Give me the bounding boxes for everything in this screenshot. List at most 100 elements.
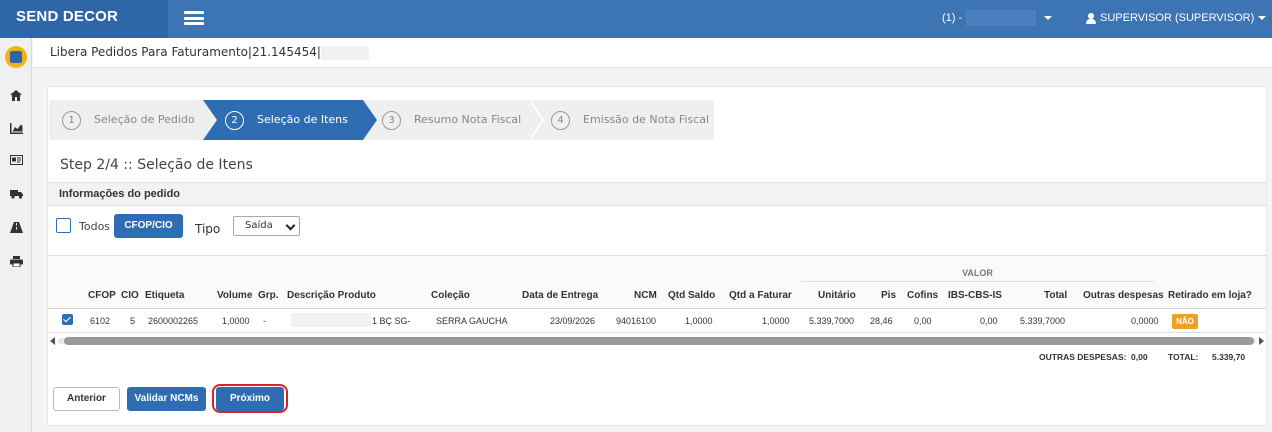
chevron-down-icon: [1044, 16, 1053, 21]
cell-cofins: 0,00: [914, 316, 932, 326]
user-menu[interactable]: SUPERVISOR (SUPERVISOR): [1086, 0, 1267, 38]
row-checkbox[interactable]: [62, 314, 73, 325]
app-logo-icon[interactable]: [5, 46, 27, 68]
page-title-text: Libera Pedidos Para Faturamento|21.14545…: [50, 45, 321, 59]
col-pis[interactable]: Pis: [881, 290, 896, 301]
scroll-left-icon[interactable]: [50, 337, 55, 345]
road-icon[interactable]: [6, 217, 26, 237]
col-outras-despesas[interactable]: Outras despesas: [1083, 290, 1164, 301]
col-cio[interactable]: CIO: [121, 290, 139, 301]
col-qtd-faturar[interactable]: Qtd a Faturar: [729, 290, 792, 301]
scrollbar-thumb[interactable]: [64, 337, 1254, 345]
cell-unitario: 5.339,7000: [809, 316, 855, 326]
cell-total: 5.339,7000: [1020, 316, 1066, 326]
section-title: Informações do pedido: [59, 188, 181, 200]
company-selector[interactable]: (1) -: [942, 0, 1053, 38]
company-prefix: (1) -: [942, 12, 963, 24]
col-cofins[interactable]: Cofins: [907, 290, 938, 301]
outras-despesas-value: 0,00: [1131, 352, 1148, 362]
cell-qtd-faturar: 1,0000: [762, 316, 790, 326]
step-heading: Step 2/4 :: Seleção de Itens: [60, 157, 253, 173]
truck-icon[interactable]: [6, 184, 26, 204]
col-volume[interactable]: Volume: [217, 290, 252, 301]
col-ibs-cbs-is[interactable]: IBS-CBS-IS: [948, 290, 1002, 301]
col-total[interactable]: Total: [1044, 290, 1067, 301]
previous-button[interactable]: Anterior: [53, 387, 120, 411]
wizard-steps: 1 Seleção de Pedido 2 Seleção de Itens 3 Re…: [49, 100, 714, 140]
col-ncm[interactable]: NCM: [634, 290, 657, 301]
menu-toggle-icon[interactable]: [184, 11, 204, 25]
col-retirado-loja[interactable]: Retirado em loja?: [1168, 290, 1252, 301]
printer-icon[interactable]: [6, 251, 26, 271]
items-table: VALOR CFOP CIO Etiqueta Volume Grp. Desc…: [48, 255, 1266, 345]
table-row[interactable]: 6102 5 2600002265 1,0000 - 1 BÇ SG- SERR…: [48, 310, 1266, 333]
cell-outras-despesas: 0,0000: [1131, 316, 1159, 326]
step-number: 3: [382, 110, 401, 130]
col-unitario[interactable]: Unitário: [818, 290, 856, 301]
cell-qtd-saldo: 1,0000: [685, 316, 713, 326]
chevron-down-icon: [285, 220, 296, 231]
redacted-text: [320, 45, 369, 60]
col-etiqueta[interactable]: Etiqueta: [145, 290, 184, 301]
company-name-redacted: [966, 10, 1037, 27]
cell-etiqueta: 2600002265: [148, 316, 199, 326]
step-4[interactable]: 4 Emissão de Nota Fiscal: [543, 100, 714, 140]
step-number: 4: [551, 110, 570, 130]
id-card-icon[interactable]: [6, 150, 26, 170]
page-title: Libera Pedidos Para Faturamento|21.14545…: [50, 45, 369, 60]
step-label: Seleção de Itens: [257, 113, 348, 126]
step-3[interactable]: 3 Resumo Nota Fiscal: [377, 100, 535, 140]
cell-colecao: SERRA GAUCHA: [436, 316, 508, 326]
select-all-checkbox[interactable]: [56, 218, 71, 233]
step-label: Emissão de Nota Fiscal: [583, 113, 710, 126]
top-navbar: SEND DECOR (1) - SUPERVISOR (SUPERVISOR): [0, 0, 1272, 38]
step-number: 1: [62, 110, 81, 130]
table-header: VALOR CFOP CIO Etiqueta Volume Grp. Desc…: [48, 256, 1266, 309]
tipo-selected-value: Saída: [245, 220, 273, 231]
step-1[interactable]: 1 Seleção de Pedido: [49, 100, 203, 140]
col-colecao[interactable]: Coleção: [431, 290, 470, 301]
tipo-select[interactable]: Saída: [233, 216, 300, 236]
next-button[interactable]: Próximo: [216, 387, 284, 411]
step-separator: [529, 100, 542, 140]
step-label: Seleção de Pedido: [94, 113, 195, 126]
step-separator: [363, 100, 377, 140]
sidebar: [0, 38, 32, 432]
user-icon: [1086, 12, 1096, 24]
col-grp[interactable]: Grp.: [258, 290, 279, 301]
col-descricao[interactable]: Descrição Produto: [287, 290, 376, 301]
redacted-description: [291, 313, 371, 327]
col-data-entrega[interactable]: Data de Entrega: [522, 290, 598, 301]
page-header: Libera Pedidos Para Faturamento|21.14545…: [33, 38, 1272, 68]
tipo-label: Tipo: [195, 222, 221, 236]
cell-volume: 1,0000: [222, 316, 250, 326]
col-cfop[interactable]: CFOP: [88, 290, 116, 301]
brand-logo[interactable]: SEND DECOR: [0, 0, 168, 38]
user-label: SUPERVISOR (SUPERVISOR): [1100, 12, 1255, 24]
main-panel: 1 Seleção de Pedido 2 Seleção de Itens 3 Re…: [47, 86, 1267, 426]
col-qtd-saldo[interactable]: Qtd Saldo: [668, 290, 715, 301]
cell-ibs-cbs-is: 0,00: [980, 316, 998, 326]
scroll-right-icon[interactable]: [1259, 337, 1264, 345]
home-icon[interactable]: [6, 85, 26, 105]
chart-icon[interactable]: [6, 118, 26, 138]
order-info-section: Informações do pedido: [48, 182, 1266, 206]
validate-ncms-button[interactable]: Validar NCMs: [127, 387, 206, 411]
horizontal-scrollbar[interactable]: [48, 336, 1266, 346]
step-2[interactable]: 2 Seleção de Itens: [203, 100, 363, 140]
cell-ncm: 94016100: [616, 316, 657, 326]
cfop-cio-button[interactable]: CFOP/CIO: [114, 214, 183, 238]
chevron-down-icon: [1258, 16, 1267, 21]
step-label: Resumo Nota Fiscal: [414, 113, 522, 126]
cell-cio: 5: [130, 316, 136, 326]
step-separator: [203, 100, 217, 140]
cell-pis: 28,46: [870, 316, 893, 326]
cell-data-entrega: 23/09/2026: [550, 316, 596, 326]
cell-descricao: 1 BÇ SG-: [372, 316, 411, 326]
total-label: TOTAL:: [1168, 352, 1199, 362]
retirado-badge: NÃO: [1172, 314, 1198, 329]
cell-cfop: 6102: [90, 316, 111, 326]
outras-despesas-label: OUTRAS DESPESAS:: [1039, 352, 1127, 362]
step-number: 2: [225, 110, 244, 130]
cell-grp: -: [263, 316, 266, 326]
